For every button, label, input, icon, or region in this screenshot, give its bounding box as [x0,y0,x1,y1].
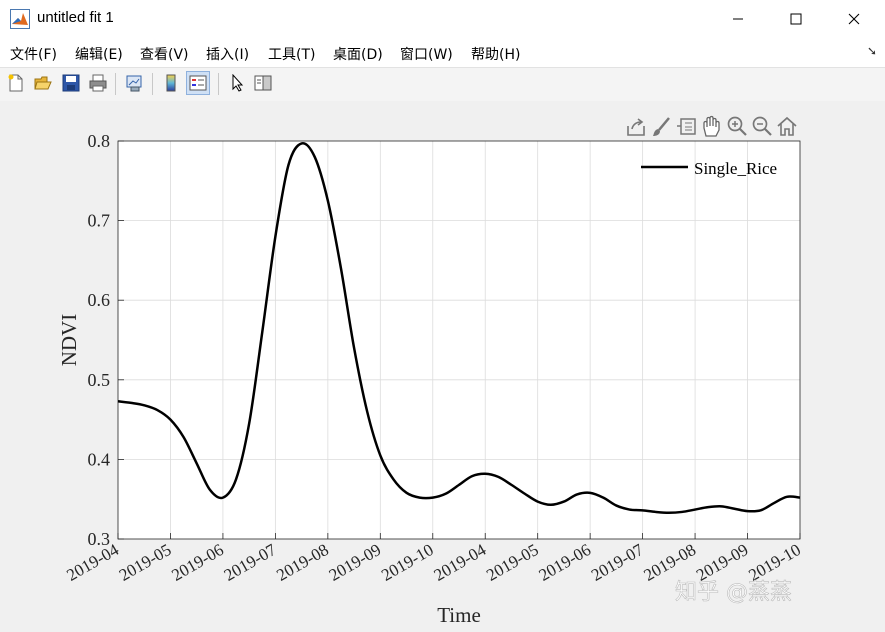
figure-canvas: 0.3 0.4 0.5 0.6 0.7 0.8 2019-04 2019-05 2019-06… [0,101,885,628]
minimize-button[interactable] [709,0,767,38]
zoom-out-icon[interactable] [752,116,772,136]
menu-file[interactable]: 文件(F) [10,44,57,64]
toolbar-separator [115,73,116,95]
y-tick-label: 0.5 [88,370,111,390]
export-icon[interactable] [627,118,645,136]
new-figure-icon[interactable] [4,71,28,95]
menu-view[interactable]: 查看(V) [140,44,189,64]
watermark: 知乎 @蒸蒸 [675,580,792,605]
menu-tools[interactable]: 工具(T) [268,44,315,64]
colorbar-icon[interactable] [159,71,183,95]
y-tick-label: 0.6 [88,290,111,310]
x-tick-label: 2019-07 [221,540,280,585]
x-tick-label: 2019-07 [588,540,647,585]
title-bar: untitled fit 1 [0,0,885,38]
x-tick-label: 2019-05 [483,540,542,585]
menu-insert[interactable]: 插入(I) [206,44,249,64]
y-axis-label: NDVI [57,314,81,367]
ndvi-plot: 0.30.40.50.60.70.8 2019-042019-052019-06… [57,115,804,627]
menu-bar: 文件(F) 编辑(E) 查看(V) 插入(I) 工具(T) 桌面(D) 窗口(W… [0,38,885,67]
y-tick-label: 0.4 [88,449,111,469]
toolbar-separator [218,73,219,95]
legend-label-single-rice: Single_Rice [694,159,777,178]
matlab-icon [10,9,30,29]
y-tick-label: 0.7 [88,211,111,231]
y-tick-label: 0.8 [88,131,111,151]
menu-edit[interactable]: 编辑(E) [75,44,123,64]
dock-arrow-icon[interactable]: ➘ [867,44,877,58]
legend-icon[interactable] [186,71,210,95]
x-tick-label: 2019-08 [640,540,699,585]
axes-toolbar [627,115,797,137]
menu-window[interactable]: 窗口(W) [400,44,453,64]
pointer-icon[interactable] [225,71,249,95]
x-tick-label: 2019-06 [536,540,595,585]
data-tips-icon[interactable] [677,118,696,135]
save-icon[interactable] [59,71,83,95]
menu-help[interactable]: 帮助(H) [471,44,520,64]
x-tick-label: 2019-08 [273,540,332,585]
property-editor-icon[interactable] [251,71,275,95]
maximize-button[interactable] [767,0,825,38]
brush-icon[interactable] [653,117,670,136]
x-tick-label: 2019-09 [693,540,752,585]
x-tick-label: 2019-09 [326,540,385,585]
link-plot-icon[interactable] [122,71,146,95]
x-tick-label: 2019-05 [116,540,175,585]
zoom-in-icon[interactable] [727,116,747,136]
x-tick-label: 2019-10 [745,540,804,585]
axes-background [118,141,800,539]
toolbar-separator [152,73,153,95]
menu-desktop[interactable]: 桌面(D) [333,44,383,64]
x-tick-label: 2019-06 [168,540,227,585]
print-icon[interactable] [86,71,110,95]
figure-toolbar [0,67,885,102]
x-tick-label: 2019-10 [378,540,437,585]
home-icon[interactable] [777,116,797,136]
x-axis-ticks: 2019-042019-052019-062019-072019-082019-… [63,533,804,585]
open-icon[interactable] [31,71,55,95]
close-button[interactable] [825,0,883,38]
pan-icon[interactable] [703,115,720,137]
window-title: untitled fit 1 [37,9,114,26]
x-axis-label: Time [437,603,481,627]
x-tick-label: 2019-04 [431,540,490,585]
